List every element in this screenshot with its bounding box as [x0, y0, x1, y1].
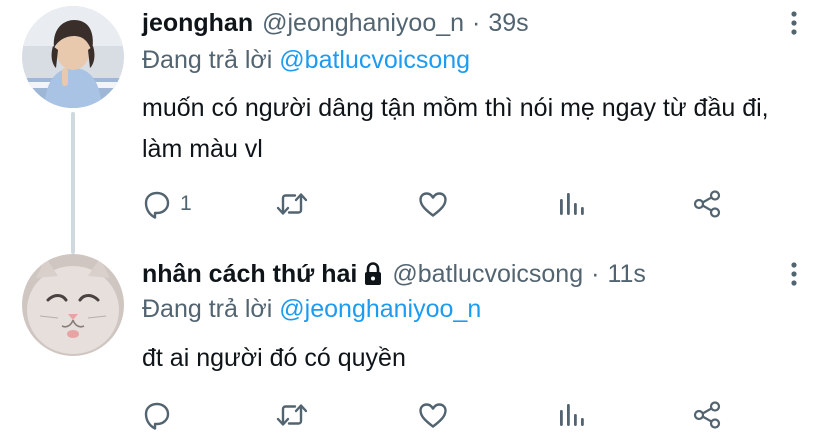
action-bar: 1	[140, 186, 740, 222]
replying-to-mention[interactable]: @batlucvoicsong	[279, 46, 470, 74]
avatar[interactable]	[22, 254, 124, 356]
retweet-button[interactable]	[274, 397, 310, 433]
tweet[interactable]: jeonghan @jeonghaniyoo_n · 39s Đang trả …	[0, 0, 828, 254]
avatar[interactable]	[22, 6, 124, 108]
replying-to-mention[interactable]: @jeonghaniyoo_n	[279, 295, 481, 323]
tweet-header: jeonghan @jeonghaniyoo_n · 39s	[142, 6, 529, 40]
more-icon[interactable]	[790, 261, 798, 287]
more-icon[interactable]	[790, 10, 798, 36]
retweet-icon	[276, 193, 308, 215]
stats-button[interactable]	[554, 186, 588, 222]
reply-button[interactable]	[140, 397, 180, 433]
replying-to: Đang trả lời @batlucvoicsong	[142, 46, 470, 75]
like-icon	[419, 192, 447, 217]
replying-to-label: Đang trả lời	[142, 295, 273, 323]
share-icon	[693, 190, 721, 218]
tweet-header: nhân cách thứ hai @batlucvoicsong · 11s	[142, 257, 646, 291]
separator-dot: ·	[591, 259, 600, 288]
share-button[interactable]	[690, 186, 724, 222]
reply-icon	[144, 402, 170, 430]
tweet[interactable]: nhân cách thứ hai @batlucvoicsong · 11s …	[0, 240, 828, 447]
reply-icon	[144, 191, 170, 219]
user-handle[interactable]: @jeonghaniyoo_n	[262, 9, 464, 38]
stats-icon	[560, 404, 584, 426]
like-button[interactable]	[416, 186, 450, 222]
like-button[interactable]	[416, 397, 450, 433]
reply-count: 1	[180, 192, 192, 215]
share-button[interactable]	[690, 397, 724, 433]
like-icon	[419, 403, 447, 428]
separator-dot: ·	[472, 8, 481, 37]
tweet-text: muốn có người dâng tận mồm thì nói mẹ ng…	[142, 94, 769, 163]
lock-icon	[365, 262, 382, 285]
tweet-text: đt ai người đó có quyền	[142, 344, 406, 372]
retweet-icon	[276, 404, 308, 426]
share-icon	[693, 401, 721, 429]
reply-button[interactable]: 1	[140, 186, 192, 222]
timestamp[interactable]: 11s	[607, 260, 645, 289]
user-handle[interactable]: @batlucvoicsong	[392, 260, 583, 289]
stats-icon	[560, 193, 584, 215]
retweet-button[interactable]	[274, 186, 310, 222]
display-name[interactable]: jeonghan	[142, 9, 253, 38]
thread-line	[71, 112, 75, 254]
timestamp[interactable]: 39s	[488, 9, 528, 38]
replying-to: Đang trả lời @jeonghaniyoo_n	[142, 295, 481, 324]
replying-to-label: Đang trả lời	[142, 46, 273, 74]
stats-button[interactable]	[554, 397, 588, 433]
action-bar	[140, 397, 740, 433]
display-name[interactable]: nhân cách thứ hai	[142, 260, 357, 289]
